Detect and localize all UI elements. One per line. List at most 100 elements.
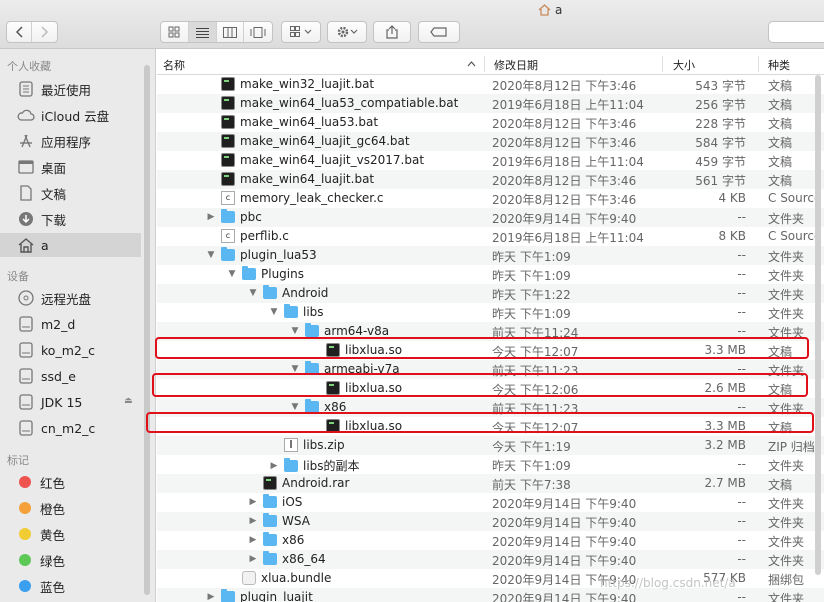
file-row[interactable]: ▶ plugin_luajit 2020年9月14日 下午9:40 -- 文件夹 <box>157 588 824 602</box>
file-row[interactable]: ▼ armeabi-v7a 前天 下午11:23 -- 文件夹 <box>157 360 824 379</box>
sidebar-scrollbar[interactable] <box>144 65 150 595</box>
disclosure-expanded-icon[interactable]: ▼ <box>205 250 217 260</box>
sidebar-item-ssd-e[interactable]: ssd_e <box>0 364 141 388</box>
file-row[interactable]: ▶ x86 2020年9月14日 下午9:40 -- 文件夹 <box>157 531 824 550</box>
eject-icon[interactable]: ⏏ <box>124 396 133 406</box>
sidebar-item-downloads[interactable]: 下载 <box>0 207 141 231</box>
column-view-button[interactable] <box>217 22 245 42</box>
chevron-down-icon <box>350 29 358 34</box>
file-row[interactable]: ▼ plugin_lua53 昨天 下午1:09 -- 文件夹 <box>157 246 824 265</box>
sidebar-item-label: 远程光盘 <box>41 291 92 307</box>
disclosure-expanded-icon[interactable]: ▼ <box>289 326 301 336</box>
window-title-text: a <box>555 3 563 17</box>
zip-archive-icon <box>284 438 298 452</box>
icon-view-button[interactable] <box>161 22 189 42</box>
search-input[interactable] <box>768 21 824 43</box>
file-row[interactable]: ▶ libs的副本 昨天 下午1:09 -- 文件夹 <box>157 455 824 474</box>
disclosure-expanded-icon[interactable]: ▼ <box>247 288 259 298</box>
disclosure-collapsed-icon[interactable]: ▶ <box>247 497 259 507</box>
sidebar-item-recents[interactable]: 最近使用 <box>0 77 141 101</box>
file-row[interactable]: libxlua.so 今天 下午12:07 3.3 MB 文稿 <box>157 341 824 360</box>
sidebar-item-applications[interactable]: 应用程序 <box>0 129 141 153</box>
sidebar-item-jdk-15[interactable]: JDK 15 ⏏ <box>0 390 141 414</box>
sidebar-item-m2-d[interactable]: m2_d <box>0 312 141 336</box>
file-row[interactable]: ▶ WSA 2020年9月14日 下午9:40 -- 文件夹 <box>157 512 824 531</box>
terminal-file-icon <box>221 77 235 91</box>
file-row[interactable]: libs.zip 今天 下午1:19 3.2 MB ZIP 归档 <box>157 436 824 455</box>
file-name-cell: ▶ x86_64 <box>247 551 326 566</box>
sidebar-item-home[interactable]: a <box>0 233 141 257</box>
terminal-file-icon <box>221 115 235 129</box>
list-view-button[interactable] <box>188 22 217 42</box>
file-row[interactable]: c perflib.c 2019年6月18日 上午11:04 8 KB C Source <box>157 227 824 246</box>
gallery-view-button[interactable] <box>244 22 272 42</box>
sidebar-item-icloud[interactable]: iCloud 云盘 <box>0 103 141 127</box>
file-size: 561 字节 <box>695 174 746 188</box>
file-list-scrollbar[interactable] <box>815 75 821 575</box>
file-size: -- <box>737 457 746 471</box>
disclosure-expanded-icon[interactable]: ▼ <box>289 364 301 374</box>
folder-icon <box>305 323 319 337</box>
file-size: -- <box>737 305 746 319</box>
tags-button[interactable] <box>418 21 460 43</box>
blue-tag-dot-icon <box>19 580 31 592</box>
column-name-header[interactable]: 名称 <box>163 57 185 73</box>
sidebar-item-ko-m2-c[interactable]: ko_m2_c <box>0 338 141 362</box>
sidebar-tag-blue[interactable]: 蓝色 <box>0 574 141 598</box>
disclosure-expanded-icon[interactable]: ▼ <box>268 307 280 317</box>
file-row[interactable]: ▼ libs 昨天 下午1:09 -- 文件夹 <box>157 303 824 322</box>
sidebar-tag-yellow[interactable]: 黄色 <box>0 522 141 546</box>
file-row[interactable]: ▶ x86_64 2020年9月14日 下午9:40 -- 文件夹 <box>157 550 824 569</box>
disclosure-collapsed-icon[interactable]: ▶ <box>205 592 217 602</box>
favorites-section-label: 个人收藏 <box>7 60 51 73</box>
file-row[interactable]: libxlua.so 今天 下午12:06 2.6 MB 文稿 <box>157 379 824 398</box>
action-button[interactable] <box>327 21 367 43</box>
sidebar-item-cn-m2-c[interactable]: cn_m2_c <box>0 416 141 440</box>
file-date: 前天 下午11:23 <box>492 402 579 416</box>
file-row[interactable]: libxlua.so 今天 下午12:07 3.3 MB 文稿 <box>157 417 824 436</box>
file-size: 3.2 MB <box>704 438 746 452</box>
watermark: https://blog.csdn.net/a <box>600 576 736 590</box>
file-row[interactable]: make_win64_luajit_vs2017.bat 2019年6月18日 上… <box>157 151 824 170</box>
terminal-file-icon <box>221 134 235 148</box>
file-date: 2020年9月14日 下午9:40 <box>492 516 637 530</box>
disclosure-collapsed-icon[interactable]: ▶ <box>247 554 259 564</box>
column-date-header[interactable]: 修改日期 <box>494 57 538 73</box>
file-kind: 文件夹 <box>768 516 805 530</box>
file-row[interactable]: ▼ Android 昨天 下午1:22 -- 文件夹 <box>157 284 824 303</box>
file-row[interactable]: make_win32_luajit.bat 2020年8月12日 下午3:46 54… <box>157 75 824 94</box>
disclosure-expanded-icon[interactable]: ▼ <box>289 402 301 412</box>
file-name: x86 <box>282 533 305 547</box>
file-row[interactable]: ▼ Plugins 昨天 下午1:09 -- 文件夹 <box>157 265 824 284</box>
share-button[interactable] <box>373 21 411 43</box>
file-date: 2020年8月12日 下午3:46 <box>492 174 637 188</box>
disclosure-collapsed-icon[interactable]: ▶ <box>247 516 259 526</box>
titlebar: a <box>0 0 824 49</box>
disclosure-collapsed-icon[interactable]: ▶ <box>268 461 280 471</box>
file-row[interactable]: make_win64_luajit.bat 2020年8月12日 下午3:46 56… <box>157 170 824 189</box>
sidebar-item-desktop[interactable]: 桌面 <box>0 155 141 179</box>
disclosure-expanded-icon[interactable]: ▼ <box>226 269 238 279</box>
file-row[interactable]: Android.rar 前天 下午7:38 2.7 MB 文稿 <box>157 474 824 493</box>
file-row[interactable]: make_win64_lua53.bat 2020年8月12日 下午3:46 228… <box>157 113 824 132</box>
sidebar-tag-green[interactable]: 绿色 <box>0 548 141 572</box>
file-row[interactable]: make_win64_lua53_compatiable.bat 2019年6月1… <box>157 94 824 113</box>
sidebar-tag-orange[interactable]: 橙色 <box>0 496 141 520</box>
column-kind-header[interactable]: 种类 <box>768 57 790 73</box>
sidebar-item-documents[interactable]: 文稿 <box>0 181 141 205</box>
file-row[interactable]: c memory_leak_checker.c 2020年8月12日 下午3:46 4… <box>157 189 824 208</box>
file-row[interactable]: ▶ pbc 2020年9月14日 下午9:40 -- 文件夹 <box>157 208 824 227</box>
back-button[interactable] <box>7 22 33 42</box>
file-row[interactable]: ▼ arm64-v8a 前天 下午11:24 -- 文件夹 <box>157 322 824 341</box>
disclosure-collapsed-icon[interactable]: ▶ <box>247 535 259 545</box>
file-row[interactable]: ▶ iOS 2020年9月14日 下午9:40 -- 文件夹 <box>157 493 824 512</box>
file-row[interactable]: ▼ x86 前天 下午11:23 -- 文件夹 <box>157 398 824 417</box>
column-size-header[interactable]: 大小 <box>673 57 695 73</box>
group-by-button[interactable] <box>281 21 321 43</box>
disclosure-collapsed-icon[interactable]: ▶ <box>205 212 217 222</box>
sidebar-item-remote-disc[interactable]: 远程光盘 <box>0 286 141 310</box>
sidebar-tag-red[interactable]: 红色 <box>0 470 141 494</box>
file-row[interactable]: make_win64_luajit_gc64.bat 2020年8月12日 下午3… <box>157 132 824 151</box>
drive-icon <box>17 393 35 411</box>
forward-button[interactable] <box>32 22 57 42</box>
